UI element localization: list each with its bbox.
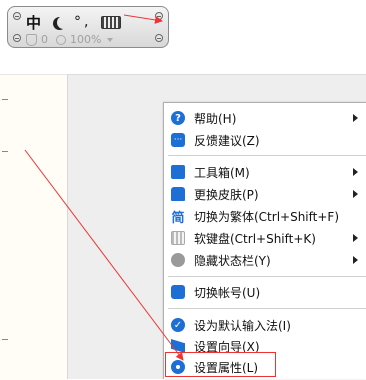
submenu-arrow-icon — [353, 256, 358, 264]
moon-icon[interactable] — [57, 16, 70, 29]
screw-icon — [13, 34, 21, 42]
menu-item-help[interactable]: ? 帮助(H) — [164, 107, 366, 129]
menu-item-switch-account[interactable]: 切换帐号(U) — [164, 281, 366, 303]
shield-icon — [26, 33, 37, 46]
submenu-arrow-icon — [353, 168, 358, 176]
hide-statusbar-icon — [171, 253, 185, 267]
menu-item-soft-keyboard[interactable]: 软键盘(Ctrl+Shift+K) — [164, 227, 366, 249]
margin-marker — [2, 339, 8, 340]
submenu-arrow-icon — [353, 190, 358, 198]
menu-item-hide-statusbar[interactable]: 隐藏状态栏(Y) — [164, 249, 366, 271]
feedback-icon: ··· — [171, 133, 185, 147]
zoom-icon — [56, 34, 66, 45]
language-mode-toggle[interactable]: 中 — [26, 12, 41, 33]
menu-item-label: 帮助(H) — [194, 111, 237, 126]
menu-item-label: 工具箱(M) — [194, 165, 250, 180]
menu-separator — [168, 276, 366, 277]
menu-item-label: 更换皮肤(P) — [194, 187, 259, 202]
menu-item-label: 切换为繁体(Ctrl+Shift+F) — [194, 209, 340, 224]
screw-icon — [13, 12, 21, 20]
menu-item-set-default[interactable]: ✓ 设为默认输入法(I) — [164, 314, 366, 336]
ime-toolbar[interactable]: 中 °, 0 100% — [7, 6, 169, 48]
menu-item-label: 软键盘(Ctrl+Shift+K) — [194, 231, 316, 246]
wizard-flag-icon — [171, 339, 185, 353]
zoom-level: 100% — [70, 33, 102, 46]
punctuation-toggle[interactable]: °, — [74, 14, 91, 30]
traditional-chinese-icon: 简 — [171, 210, 185, 226]
screw-icon — [155, 12, 163, 20]
user-icon — [171, 285, 185, 299]
margin-marker — [2, 99, 8, 100]
menu-item-label: 切换帐号(U) — [194, 285, 261, 300]
toolbox-icon — [171, 165, 185, 179]
submenu-arrow-icon — [353, 234, 358, 242]
context-menu: ? 帮助(H) ··· 反馈建议(Z) 工具箱(M) 更换皮肤(P) 简 切换为… — [163, 102, 366, 379]
submenu-arrow-icon — [353, 114, 358, 122]
chevron-down-icon[interactable] — [107, 37, 114, 42]
menu-item-label: 设为默认输入法(I) — [194, 318, 291, 333]
menu-separator — [168, 308, 366, 309]
menu-item-change-skin[interactable]: 更换皮肤(P) — [164, 183, 366, 205]
soft-keyboard-icon — [171, 231, 185, 245]
document-area — [0, 74, 67, 380]
menu-item-label: 反馈建议(Z) — [194, 133, 260, 148]
screw-icon — [155, 34, 163, 42]
highlight-box — [165, 352, 276, 377]
keyboard-icon[interactable] — [101, 15, 122, 29]
help-icon: ? — [171, 111, 185, 125]
menu-item-feedback[interactable]: ··· 反馈建议(Z) — [164, 129, 366, 151]
skin-icon — [171, 187, 185, 201]
menu-separator — [168, 155, 366, 156]
shield-count: 0 — [41, 33, 48, 46]
menu-item-label: 隐藏状态栏(Y) — [194, 253, 271, 268]
menu-item-toolbox[interactable]: 工具箱(M) — [164, 161, 366, 183]
default-check-icon: ✓ — [171, 318, 185, 332]
margin-marker — [2, 151, 8, 152]
menu-item-traditional[interactable]: 简 切换为繁体(Ctrl+Shift+F) — [164, 205, 366, 227]
